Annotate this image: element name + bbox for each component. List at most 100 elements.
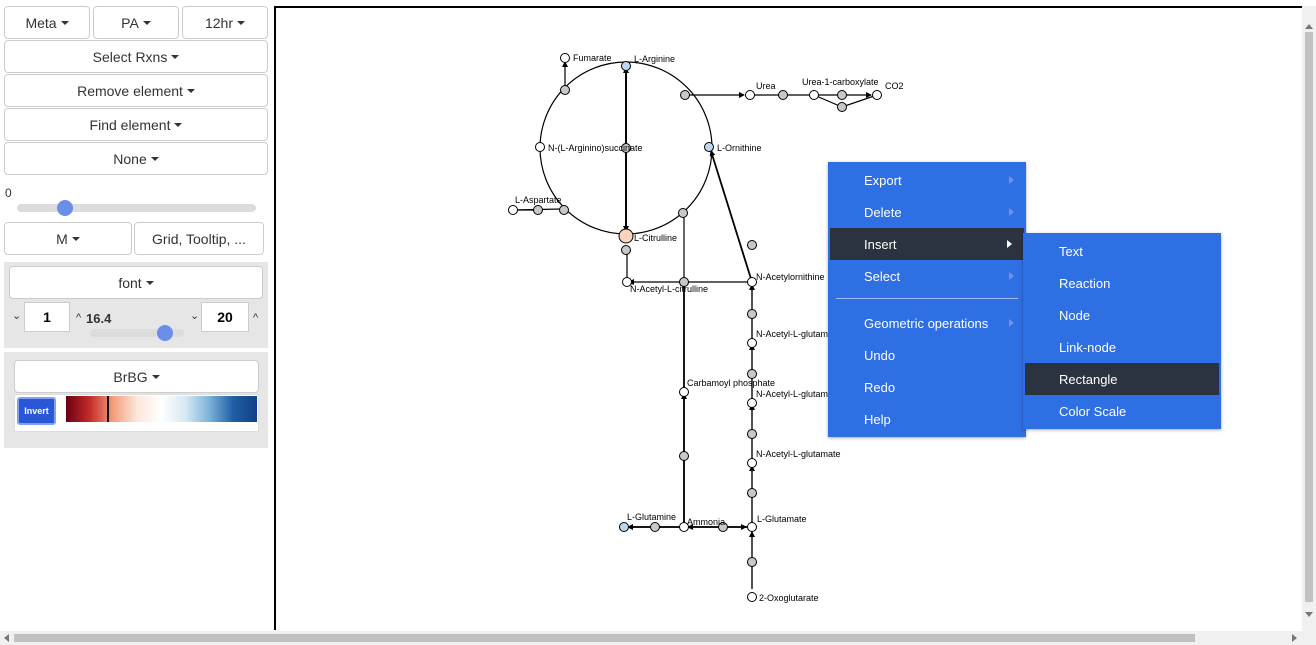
submenu-item-label: Node bbox=[1059, 307, 1091, 323]
reaction-node[interactable] bbox=[650, 522, 660, 532]
vertical-scroll-thumb[interactable] bbox=[1305, 32, 1313, 602]
submenu-item-reaction[interactable]: Reaction bbox=[1023, 267, 1221, 299]
reaction-node[interactable] bbox=[680, 90, 690, 100]
meta-dropdown[interactable]: Meta bbox=[4, 6, 90, 39]
metabolite-node[interactable] bbox=[621, 61, 631, 71]
metabolite-node[interactable] bbox=[679, 387, 689, 397]
horizontal-scrollbar[interactable] bbox=[0, 631, 1316, 645]
metabolite-node[interactable] bbox=[747, 338, 757, 348]
m-dropdown[interactable]: M bbox=[4, 222, 132, 255]
reaction-node[interactable] bbox=[747, 429, 757, 439]
color-scale-dropdown[interactable]: BrBG bbox=[14, 360, 259, 393]
submenu-item-node[interactable]: Node bbox=[1023, 299, 1221, 331]
chevron-up-icon[interactable]: ^ bbox=[76, 312, 81, 324]
reaction-node[interactable] bbox=[778, 90, 788, 100]
metabolite-node[interactable] bbox=[872, 90, 882, 100]
remove-element-dropdown[interactable]: Remove element bbox=[4, 74, 268, 107]
menu-item-label: Insert bbox=[864, 236, 897, 252]
metabolite-label: Urea-1-carboxylate bbox=[802, 77, 879, 87]
vertical-scrollbar[interactable] bbox=[1302, 6, 1316, 631]
select-rxns-dropdown[interactable]: Select Rxns bbox=[4, 40, 268, 73]
reaction-node[interactable] bbox=[747, 488, 757, 498]
metabolite-label: Carbamoyl phosphate bbox=[687, 378, 775, 388]
submenu-item-text[interactable]: Text bbox=[1023, 235, 1221, 267]
find-element-dropdown[interactable]: Find element bbox=[4, 108, 268, 141]
none-dropdown[interactable]: None bbox=[4, 142, 268, 175]
metabolite-node[interactable] bbox=[809, 90, 819, 100]
invert-button[interactable]: Invert bbox=[17, 397, 56, 425]
metabolite-node[interactable] bbox=[535, 142, 545, 152]
font-max-input[interactable]: 20 bbox=[201, 302, 249, 332]
chevron-down-icon[interactable]: ⌄ bbox=[12, 309, 21, 322]
metabolite-node[interactable] bbox=[704, 142, 714, 152]
menu-item-redo[interactable]: Redo bbox=[828, 371, 1026, 403]
submenu-item-label: Color Scale bbox=[1059, 403, 1127, 419]
menu-item-delete[interactable]: Delete bbox=[828, 196, 1026, 228]
time-dropdown[interactable]: 12hr bbox=[182, 6, 268, 39]
menu-item-insert[interactable]: Insert bbox=[830, 228, 1024, 260]
submenu-item-link-node[interactable]: Link-node bbox=[1023, 331, 1221, 363]
font-dropdown[interactable]: font bbox=[9, 266, 263, 299]
time-slider-track[interactable] bbox=[17, 204, 256, 212]
metabolite-label: N-Acetyl-L-glutamate bbox=[756, 449, 841, 459]
metabolite-node[interactable] bbox=[619, 522, 629, 532]
metabolite-node[interactable] bbox=[747, 398, 757, 408]
reaction-node[interactable] bbox=[559, 205, 569, 215]
submenu-item-label: Link-node bbox=[1059, 339, 1117, 355]
metabolite-label: N-Acetylornithine bbox=[756, 272, 825, 282]
submenu-item-label: Rectangle bbox=[1059, 371, 1118, 387]
menu-item-label: Geometric operations bbox=[864, 315, 989, 331]
caret-down-icon bbox=[237, 20, 246, 25]
horizontal-scroll-thumb[interactable] bbox=[14, 634, 1195, 642]
time-slider-thumb[interactable] bbox=[56, 200, 73, 216]
select-rxns-label: Select Rxns bbox=[92, 48, 168, 65]
menu-item-geometric-operations[interactable]: Geometric operations bbox=[828, 307, 1026, 339]
submenu-item-rectangle[interactable]: Rectangle bbox=[1025, 363, 1219, 395]
metabolite-label: 2-Oxoglutarate bbox=[759, 593, 819, 603]
submenu-item-label: Reaction bbox=[1059, 275, 1111, 291]
metabolite-label: Ammonia bbox=[687, 517, 725, 527]
reaction-node[interactable] bbox=[837, 90, 847, 100]
metabolite-node[interactable] bbox=[618, 228, 634, 244]
caret-down-icon bbox=[150, 156, 159, 161]
scroll-up-icon[interactable] bbox=[1305, 24, 1313, 29]
menu-item-undo[interactable]: Undo bbox=[828, 339, 1026, 371]
metabolite-node[interactable] bbox=[747, 522, 757, 532]
reaction-node[interactable] bbox=[747, 557, 757, 567]
font-min-input[interactable]: 1 bbox=[24, 302, 70, 332]
metabolite-node[interactable] bbox=[508, 205, 518, 215]
reaction-node[interactable] bbox=[747, 309, 757, 319]
metabolite-label: L-Ornithine bbox=[717, 143, 762, 153]
font-size-value: 16.4 bbox=[86, 311, 112, 326]
chevron-right-icon bbox=[1009, 176, 1014, 184]
metabolite-node[interactable] bbox=[747, 458, 757, 468]
grid-tooltip-dropdown[interactable]: Grid, Tooltip, ... bbox=[134, 222, 264, 255]
submenu-item-color-scale[interactable]: Color Scale bbox=[1023, 395, 1221, 427]
menu-item-export[interactable]: Export bbox=[828, 164, 1026, 196]
reaction-node[interactable] bbox=[678, 208, 688, 218]
metabolite-node[interactable] bbox=[560, 53, 570, 63]
menu-item-label: Undo bbox=[864, 347, 896, 363]
chevron-up-icon[interactable]: ^ bbox=[253, 312, 258, 324]
reaction-node[interactable] bbox=[533, 205, 543, 215]
reaction-node[interactable] bbox=[679, 451, 689, 461]
pa-dropdown[interactable]: PA bbox=[93, 6, 179, 39]
metabolite-node[interactable] bbox=[745, 90, 755, 100]
caret-down-icon bbox=[171, 54, 180, 59]
metabolite-node[interactable] bbox=[747, 592, 757, 602]
scroll-left-icon[interactable] bbox=[4, 634, 9, 642]
scroll-right-icon[interactable] bbox=[1292, 634, 1297, 642]
scroll-down-icon[interactable] bbox=[1305, 612, 1313, 617]
reaction-node[interactable] bbox=[560, 85, 570, 95]
menu-item-select[interactable]: Select bbox=[828, 260, 1026, 292]
menu-item-help[interactable]: Help bbox=[828, 403, 1026, 435]
reaction-node[interactable] bbox=[747, 240, 757, 250]
caret-down-icon bbox=[174, 122, 183, 127]
caret-down-icon bbox=[151, 374, 160, 379]
none-label: None bbox=[113, 150, 147, 167]
chevron-right-icon bbox=[1009, 208, 1014, 216]
reaction-node[interactable] bbox=[837, 102, 847, 112]
grid-tooltip-label: Grid, Tooltip, ... bbox=[152, 230, 246, 247]
chevron-down-icon[interactable]: ⌄ bbox=[190, 309, 199, 322]
reaction-node[interactable] bbox=[621, 245, 631, 255]
